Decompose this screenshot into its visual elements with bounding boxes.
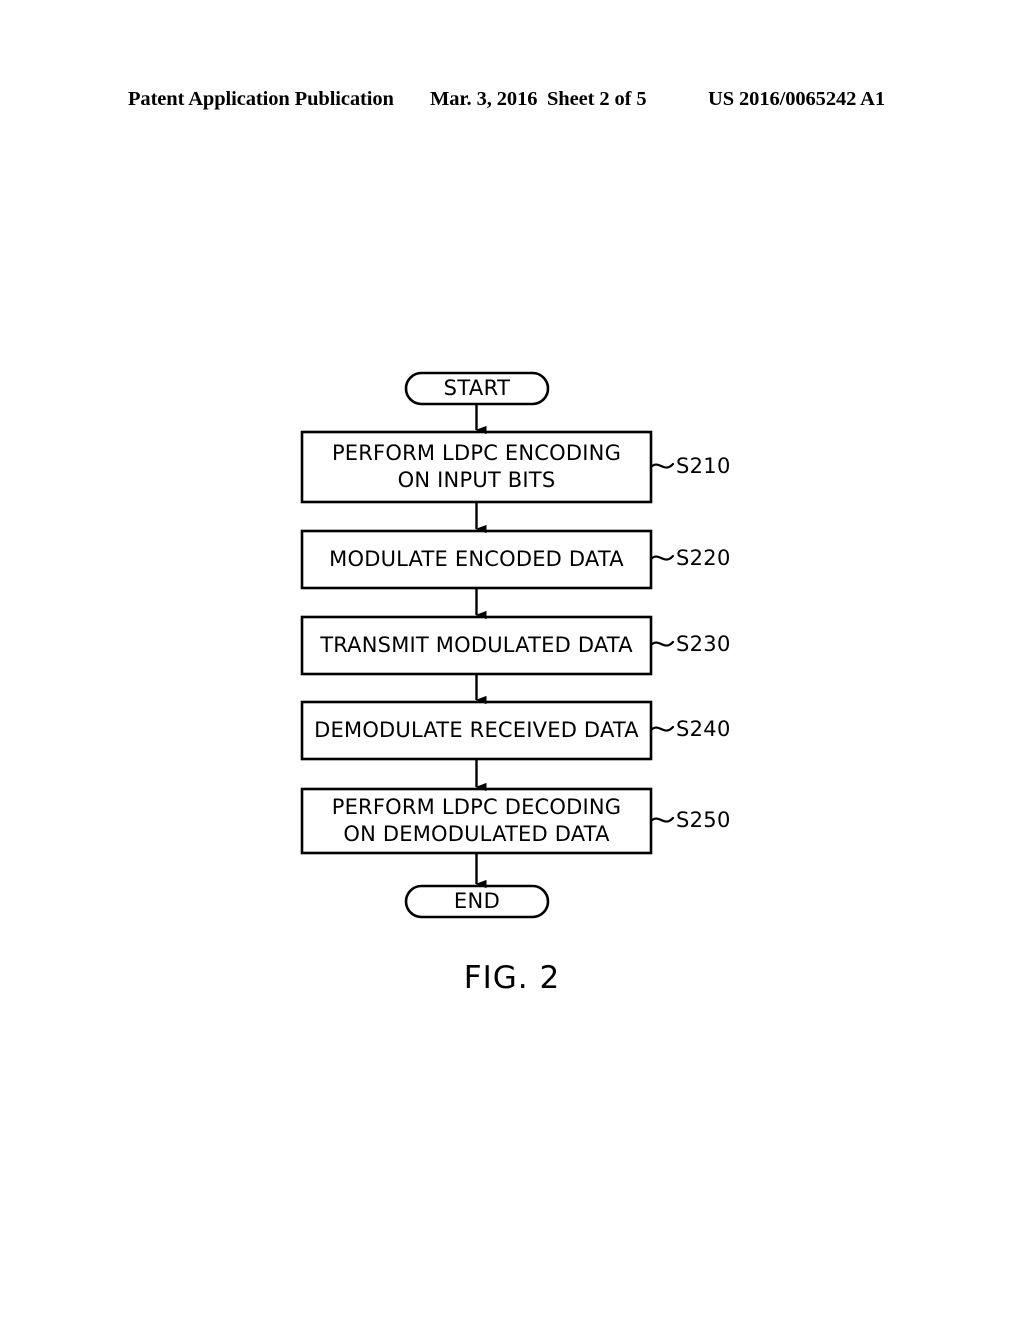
process-box-s250 xyxy=(300,787,653,855)
step-reference-s250: S250 xyxy=(676,808,731,832)
flowchart-figure: START PERFORM LDPC ENCODING ON INPUT BIT… xyxy=(0,0,1024,1320)
flowchart-graphics xyxy=(300,371,675,919)
step-reference-s230: S230 xyxy=(676,632,731,656)
process-box-s240 xyxy=(300,700,653,761)
leader-squiggle-s250 xyxy=(649,816,675,823)
step-reference-s210: S210 xyxy=(676,454,731,478)
leader-squiggle-s220 xyxy=(649,554,675,561)
figure-caption: FIG. 2 xyxy=(463,960,561,996)
step-reference-s220: S220 xyxy=(676,546,731,570)
step-reference-s240: S240 xyxy=(676,717,731,741)
leader-squiggle-s210 xyxy=(649,462,675,469)
end-terminator-shape xyxy=(404,884,550,919)
leader-squiggle-s240 xyxy=(649,725,675,732)
start-terminator-shape xyxy=(404,371,550,406)
process-box-s220 xyxy=(300,529,653,590)
process-box-s230 xyxy=(300,615,653,676)
process-box-s210 xyxy=(300,430,653,504)
leader-squiggle-s230 xyxy=(649,640,675,647)
